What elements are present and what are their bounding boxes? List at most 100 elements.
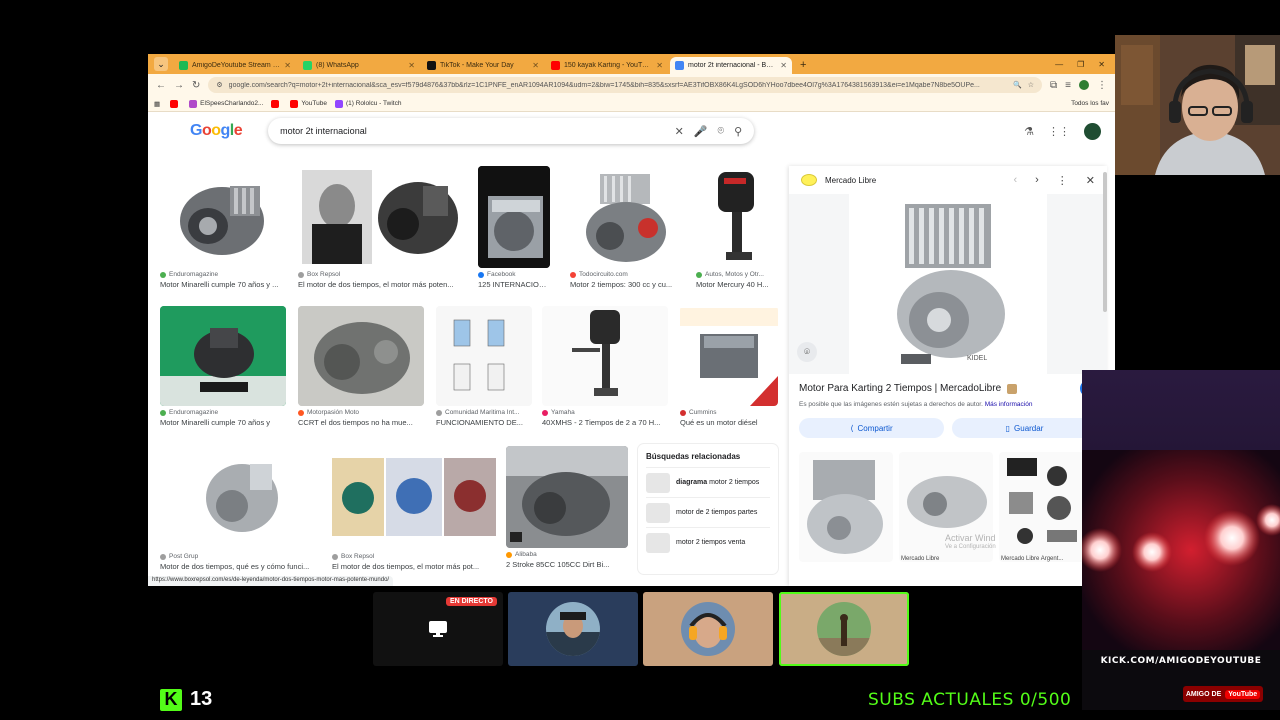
address-url[interactable]: google.com/search?q=motor+2t+internacion… [229, 82, 1007, 89]
related-image[interactable]: Mercado Libre Argent... [999, 452, 1093, 562]
browser-tab[interactable]: motor 2t internacional - Busca ✕ [670, 57, 792, 74]
result-thumbnail[interactable] [696, 166, 778, 268]
labs-icon[interactable]: ⚗ [1024, 125, 1034, 138]
result-caption[interactable]: FUNCIONAMIENTO DE... [436, 418, 532, 427]
result-card[interactable]: Enduromagazine Motor Minarelli cumple 70… [160, 166, 284, 289]
result-caption[interactable]: El motor de dos tiempos, el motor más po… [332, 562, 496, 571]
result-thumbnail[interactable] [680, 306, 778, 406]
result-card[interactable]: Todocircuito.com Motor 2 tiempos: 300 cc… [570, 166, 682, 289]
result-caption[interactable]: Motor Minarelli cumple 70 años y ... [160, 280, 284, 289]
result-card[interactable]: Cummins Qué es un motor diésel [680, 306, 778, 427]
related-label[interactable]: motor 2 tiempos venta [676, 539, 745, 546]
account-avatar[interactable] [1084, 122, 1101, 140]
tab-title[interactable]: TikTok - Make Your Day [440, 62, 528, 69]
result-caption[interactable]: El motor de dos tiempos, el motor más po… [298, 280, 466, 289]
browser-tab[interactable]: TikTok - Make Your Day ✕ [422, 57, 544, 74]
tab-search-icon[interactable]: ⌄ [154, 57, 168, 71]
result-card[interactable]: Box Repsol El motor de dos tiempos, el m… [332, 446, 496, 571]
result-caption[interactable]: Qué es un motor diésel [680, 418, 778, 427]
result-card[interactable]: Alibaba 2 Stroke 85CC 105CC Dirt Bi... [506, 446, 628, 569]
bookmark-item[interactable]: ElSpeesCharlando2... [189, 99, 263, 108]
reload-icon[interactable]: ↻ [192, 80, 200, 91]
search-box[interactable]: motor 2t internacional ✕ 🎤 ⌾ ⚲ [268, 118, 755, 144]
search-input[interactable]: motor 2t internacional [280, 126, 664, 136]
tab-title[interactable]: AmigoDeYoutube Stream - Ki [192, 62, 280, 69]
panel-source[interactable]: Mercado Libre [825, 176, 876, 185]
close-panel-icon[interactable]: ✕ [1086, 174, 1095, 187]
google-logo[interactable]: Google [190, 122, 243, 140]
result-thumbnail[interactable] [160, 306, 286, 406]
browser-tab[interactable]: (8) WhatsApp ✕ [298, 57, 420, 74]
bookmark-item[interactable]: YouTube [290, 99, 327, 108]
result-caption[interactable]: Motor Mercury 40 H... [696, 280, 778, 289]
result-caption[interactable]: Motor 2 tiempos: 300 cc y cu... [570, 280, 682, 289]
tab-close-icon[interactable]: ✕ [656, 61, 663, 70]
result-card[interactable]: Motorpasión Moto CCRT el dos tiempos no … [298, 306, 424, 427]
back-icon[interactable]: ← [156, 80, 166, 91]
related-item[interactable]: motor 2 tiempos venta [646, 527, 770, 557]
result-thumbnail[interactable] [160, 166, 284, 268]
forward-icon[interactable]: → [174, 80, 184, 91]
result-thumbnail[interactable] [478, 166, 550, 268]
result-card[interactable]: Yamaha 40XMHS - 2 Tiempos de 2 a 70 H... [542, 306, 668, 427]
related-label[interactable]: diagrama motor 2 tiempos [676, 479, 759, 486]
tab-close-icon[interactable]: ✕ [780, 61, 787, 70]
address-bar[interactable]: ⚙ google.com/search?q=motor+2t+internaci… [208, 77, 1043, 93]
search-icon[interactable]: ⚲ [734, 125, 742, 138]
new-tab-button[interactable]: + [794, 59, 812, 74]
result-thumbnail[interactable] [298, 306, 424, 406]
bookmark-item[interactable]: (1) Rololcu - Twitch [334, 99, 401, 108]
save-button[interactable]: ▯ Guardar [952, 418, 1097, 438]
apps-icon[interactable]: ▦ [154, 100, 160, 108]
result-card[interactable]: Facebook 125 INTERNACION... [478, 166, 550, 289]
result-caption[interactable]: 2 Stroke 85CC 105CC Dirt Bi... [506, 560, 628, 569]
more-options-icon[interactable]: ⋮ [1057, 174, 1068, 187]
next-icon[interactable]: › [1035, 174, 1039, 187]
result-thumbnail[interactable] [298, 166, 466, 268]
tab-title[interactable]: motor 2t internacional - Busca [688, 62, 776, 69]
site-info-icon[interactable]: ⚙ [216, 81, 222, 89]
share-button[interactable]: ⟨ Compartir [799, 418, 944, 438]
tab-title[interactable]: (8) WhatsApp [316, 62, 404, 69]
more-info-link[interactable]: Más información [985, 401, 1033, 408]
bookmark-item[interactable] [170, 99, 181, 108]
close-window-icon[interactable]: ✕ [1098, 60, 1105, 69]
browser-tab[interactable]: 150 kayak Karting - YouTube ✕ [546, 57, 668, 74]
all-bookmarks-folder[interactable]: Todos los fav [1071, 100, 1109, 107]
result-thumbnail[interactable] [332, 446, 496, 550]
tab-close-icon[interactable]: ✕ [408, 61, 415, 70]
browser-tab[interactable]: AmigoDeYoutube Stream - Ki ✕ [174, 57, 296, 74]
prev-icon[interactable]: ‹ [1013, 174, 1017, 187]
result-thumbnail[interactable] [506, 446, 628, 548]
extensions-icon[interactable]: ⧉ [1050, 80, 1057, 91]
result-card[interactable]: Enduromagazine Motor Minarelli cumple 70… [160, 306, 286, 427]
media-icon[interactable]: ≡ [1065, 80, 1071, 91]
clear-icon[interactable]: ✕ [675, 125, 684, 138]
result-card[interactable]: Autos, Motos y Otr... Motor Mercury 40 H… [696, 166, 778, 289]
minimize-icon[interactable]: — [1055, 60, 1063, 69]
zoom-icon[interactable]: 🔍 [1013, 81, 1022, 89]
maximize-icon[interactable]: ❐ [1077, 60, 1084, 69]
tab-close-icon[interactable]: ✕ [532, 61, 539, 70]
lens-search-icon[interactable]: ⌾ [797, 342, 817, 362]
panel-scrollbar[interactable] [1103, 172, 1107, 312]
related-item[interactable]: motor de 2 tiempos partes [646, 497, 770, 527]
result-thumbnail[interactable] [436, 306, 532, 406]
result-caption[interactable]: 40XMHS - 2 Tiempos de 2 a 70 H... [542, 418, 668, 427]
result-thumbnail[interactable] [570, 166, 682, 268]
panel-hero-image[interactable]: KIDEL ⌾ [789, 194, 1107, 374]
tab-title[interactable]: 150 kayak Karting - YouTube [564, 62, 652, 69]
result-card[interactable]: Comunidad Maritima Int... FUNCIONAMIENTO… [436, 306, 532, 427]
related-label[interactable]: motor de 2 tiempos partes [676, 509, 757, 516]
bookmark-star-icon[interactable]: ☆ [1028, 81, 1034, 89]
result-thumbnail[interactable] [160, 446, 320, 550]
related-item[interactable]: diagrama motor 2 tiempos [646, 467, 770, 497]
result-caption[interactable]: Motor Minarelli cumple 70 años y [160, 418, 286, 427]
tab-close-icon[interactable]: ✕ [284, 61, 291, 70]
panel-title[interactable]: Motor Para Karting 2 Tiempos | MercadoLi… [799, 383, 1001, 394]
result-card[interactable]: Box Repsol El motor de dos tiempos, el m… [298, 166, 466, 289]
result-thumbnail[interactable] [542, 306, 668, 406]
result-card[interactable]: Post Grup Motor de dos tiempos, qué es y… [160, 446, 320, 571]
lens-icon[interactable]: ⌾ [717, 125, 724, 138]
bookmark-item[interactable] [271, 99, 282, 108]
